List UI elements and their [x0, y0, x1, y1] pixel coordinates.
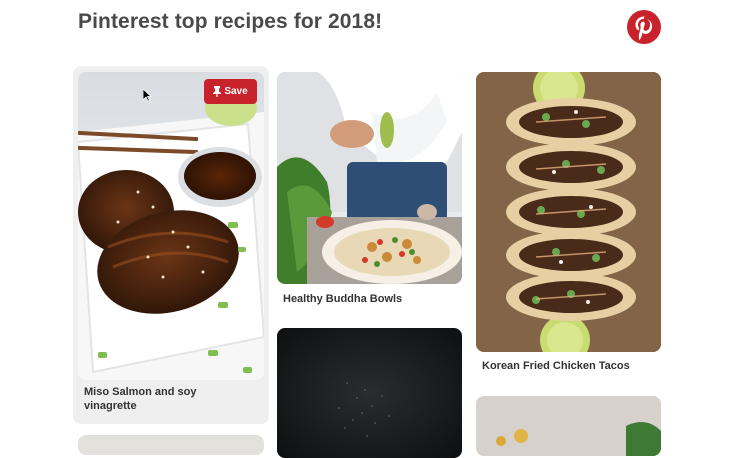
light-food-photo[interactable] — [476, 396, 661, 456]
page-title: Pinterest top recipes for 2018! — [78, 10, 383, 33]
dark-photo[interactable] — [277, 328, 462, 458]
miso-salmon-photo[interactable] — [78, 72, 264, 380]
pin-caption: Miso Salmon and soy vinagrette — [84, 386, 197, 412]
buddha-bowl-photo[interactable] — [277, 72, 462, 284]
pin-caption: Healthy Buddha Bowls — [283, 293, 403, 305]
chicken-tacos-photo[interactable] — [476, 72, 661, 352]
mouse-cursor-icon — [143, 89, 152, 102]
bottom-photo[interactable] — [78, 435, 264, 455]
save-button[interactable]: Save — [204, 79, 257, 104]
pin-icon — [213, 86, 222, 97]
pin-caption: Korean Fried Chicken Tacos — [482, 360, 630, 372]
save-button-label: Save — [224, 86, 248, 97]
pinterest-logo-icon[interactable] — [626, 9, 662, 45]
